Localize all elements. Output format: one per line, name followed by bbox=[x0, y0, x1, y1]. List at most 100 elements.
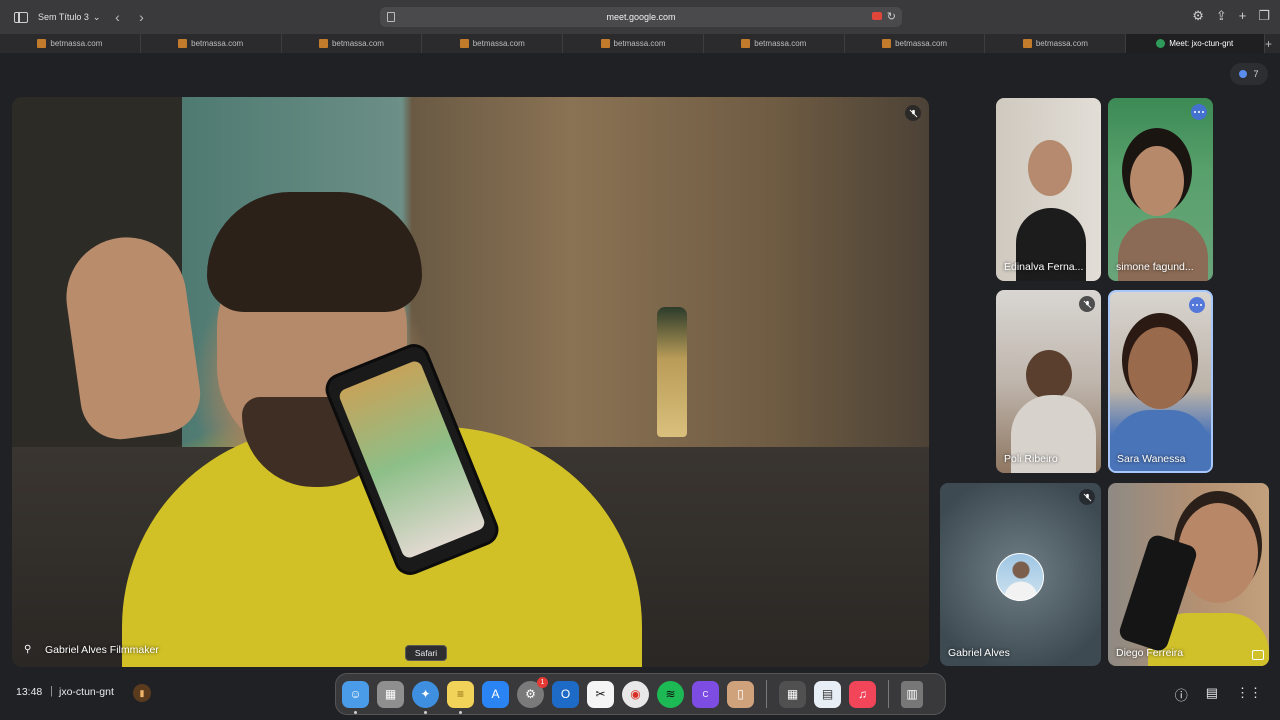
tab-label: betmassa.com bbox=[331, 39, 384, 48]
tab-betmassa[interactable]: betmassa.com bbox=[845, 34, 986, 53]
person-hand bbox=[58, 229, 206, 445]
mic-off-icon bbox=[905, 105, 921, 121]
participant-tile[interactable]: Diego Ferreira bbox=[1108, 483, 1269, 666]
participant-tile[interactable]: Poli Ribeiro bbox=[996, 290, 1101, 473]
reload-icon[interactable]: ↻ bbox=[887, 10, 896, 23]
forward-icon[interactable]: › bbox=[134, 9, 148, 25]
browser-toolbar: Sem Título 3 ⌄ ‹ › meet.google.com ↻ ⚙ ⇪… bbox=[0, 0, 1280, 34]
chat-icon[interactable]: ▤ bbox=[1206, 685, 1218, 704]
time-code-separator: | bbox=[50, 685, 53, 697]
chrome-icon[interactable]: ◉ bbox=[622, 680, 649, 708]
tab-label: betmassa.com bbox=[1035, 39, 1088, 48]
person-head bbox=[1128, 327, 1192, 409]
meet-stage: 7 ⚲ Gabriel Alves Filmmaker Edinalva Fer… bbox=[0, 53, 1280, 720]
tab-group-selector[interactable]: Sem Título 3 ⌄ bbox=[38, 12, 100, 23]
tile-name-main: Gabriel Alves Filmmaker bbox=[45, 644, 159, 656]
betmassa-favicon-icon bbox=[37, 39, 47, 48]
notes-icon[interactable]: ≡ bbox=[447, 680, 474, 714]
share-icon[interactable]: ⇪ bbox=[1216, 8, 1227, 24]
tile-name: simone fagund... bbox=[1116, 261, 1194, 273]
spotify-icon[interactable]: ≋ bbox=[657, 680, 684, 708]
more-options-icon[interactable] bbox=[1189, 297, 1205, 313]
participant-tile[interactable]: Edinalva Ferna... bbox=[996, 98, 1101, 281]
outlook-icon[interactable]: O bbox=[552, 680, 579, 708]
keka-icon[interactable]: ▤ bbox=[814, 680, 841, 708]
sidebar-toggle-icon[interactable] bbox=[14, 11, 28, 23]
pin-icon[interactable]: ⚲ bbox=[24, 645, 34, 655]
meeting-code: jxo-ctun-gnt bbox=[59, 686, 114, 698]
tab-betmassa[interactable]: betmassa.com bbox=[141, 34, 282, 53]
tab-betmassa[interactable]: betmassa.com bbox=[563, 34, 704, 53]
tab-betmassa[interactable]: betmassa.com bbox=[704, 34, 845, 53]
dock-divider bbox=[766, 680, 767, 708]
tab-overview-icon[interactable]: ❐ bbox=[1258, 8, 1270, 24]
betmassa-favicon-icon bbox=[459, 39, 469, 48]
betmassa-favicon-icon bbox=[178, 39, 188, 48]
meeting-time: 13:48 bbox=[16, 686, 43, 698]
chevron-down-icon: ⌄ bbox=[92, 11, 101, 22]
back-icon[interactable]: ‹ bbox=[110, 9, 124, 25]
participant-tile-active-speaker[interactable]: Sara Wanessa bbox=[1108, 290, 1213, 473]
person-head bbox=[1130, 146, 1184, 216]
trash-icon[interactable]: ▥ bbox=[901, 680, 923, 708]
new-tab-button[interactable]: + bbox=[1265, 34, 1280, 53]
tab-betmassa[interactable]: betmassa.com bbox=[422, 34, 564, 53]
macos-dock: ☺ ▦ ✦ ≡ A ⚙ 1 O ✂ ◉ ≋ C ▯ ▦ ▤ ♫ ▥ bbox=[335, 673, 946, 715]
participant-count: 7 bbox=[1253, 69, 1259, 79]
more-options-icon[interactable] bbox=[1191, 104, 1207, 120]
plus-icon: + bbox=[1264, 36, 1272, 51]
tab-group-label: Sem Título 3 bbox=[38, 12, 89, 22]
info-icon[interactable]: ⓘ bbox=[1175, 685, 1188, 704]
person-hair bbox=[207, 192, 422, 312]
betmassa-favicon-icon bbox=[882, 39, 892, 48]
participants-avatar-icon bbox=[1239, 70, 1248, 78]
camera-in-use-icon[interactable] bbox=[872, 12, 882, 20]
tile-name: Edinalva Ferna... bbox=[1004, 261, 1084, 273]
meet-favicon-icon bbox=[1156, 39, 1166, 48]
tab-betmassa[interactable]: betmassa.com bbox=[985, 34, 1127, 53]
tile-name: Sara Wanessa bbox=[1117, 453, 1186, 465]
tab-betmassa[interactable]: betmassa.com bbox=[282, 34, 423, 53]
participant-tile[interactable]: simone fagund... bbox=[1108, 98, 1213, 281]
betmassa-favicon-icon bbox=[741, 39, 751, 48]
music-icon[interactable]: ♫ bbox=[849, 680, 876, 708]
person-head bbox=[1026, 350, 1072, 400]
finder-icon[interactable]: ☺ bbox=[342, 680, 369, 714]
extensions-gear-icon[interactable]: ⚙ bbox=[1192, 8, 1204, 24]
appstore-icon[interactable]: A bbox=[482, 680, 509, 708]
tab-betmassa[interactable]: betmassa.com bbox=[0, 34, 141, 53]
address-bar[interactable]: meet.google.com ↻ bbox=[380, 7, 902, 27]
safari-icon[interactable]: ✦ bbox=[412, 680, 439, 714]
canva-icon[interactable]: C bbox=[692, 680, 719, 708]
url-text: meet.google.com bbox=[606, 12, 676, 22]
mic-off-icon bbox=[1079, 296, 1095, 312]
dock-divider bbox=[888, 680, 889, 708]
settings-icon[interactable]: ⚙ 1 bbox=[517, 676, 548, 708]
capcut-icon[interactable]: ✂ bbox=[587, 680, 614, 708]
host-controls-icon[interactable]: ▮ bbox=[133, 684, 151, 702]
calculator-icon[interactable]: ▦ bbox=[779, 680, 806, 708]
tab-label: Meet: jxo-ctun-gnt bbox=[1169, 39, 1234, 48]
mic-off-icon bbox=[1079, 489, 1095, 505]
new-tab-icon[interactable]: + bbox=[1239, 8, 1247, 24]
page-menu-icon[interactable] bbox=[387, 12, 395, 22]
tab-label: betmassa.com bbox=[472, 39, 525, 48]
tab-label: betmassa.com bbox=[50, 39, 103, 48]
tile-name: Diego Ferreira bbox=[1116, 647, 1184, 659]
betmassa-favicon-icon bbox=[318, 39, 328, 48]
preview-icon[interactable]: ▯ bbox=[727, 680, 754, 708]
launchpad-icon[interactable]: ▦ bbox=[377, 680, 404, 708]
tab-meet[interactable]: Meet: jxo-ctun-gnt bbox=[1126, 34, 1265, 53]
person-head bbox=[1028, 140, 1072, 196]
main-video-tile[interactable]: ⚲ Gabriel Alves Filmmaker bbox=[12, 97, 929, 667]
dock-tooltip: Safari bbox=[405, 645, 447, 661]
bottle-image bbox=[657, 307, 687, 437]
notification-badge: 1 bbox=[537, 676, 548, 688]
activities-grid-icon[interactable]: ⋮⋮ bbox=[1236, 685, 1262, 704]
tab-label: betmassa.com bbox=[613, 39, 666, 48]
betmassa-favicon-icon bbox=[1022, 39, 1032, 48]
tab-label: betmassa.com bbox=[191, 39, 244, 48]
participant-tile[interactable]: Gabriel Alves bbox=[940, 483, 1101, 666]
avatar bbox=[996, 553, 1044, 601]
participants-chip[interactable]: 7 bbox=[1230, 63, 1268, 85]
